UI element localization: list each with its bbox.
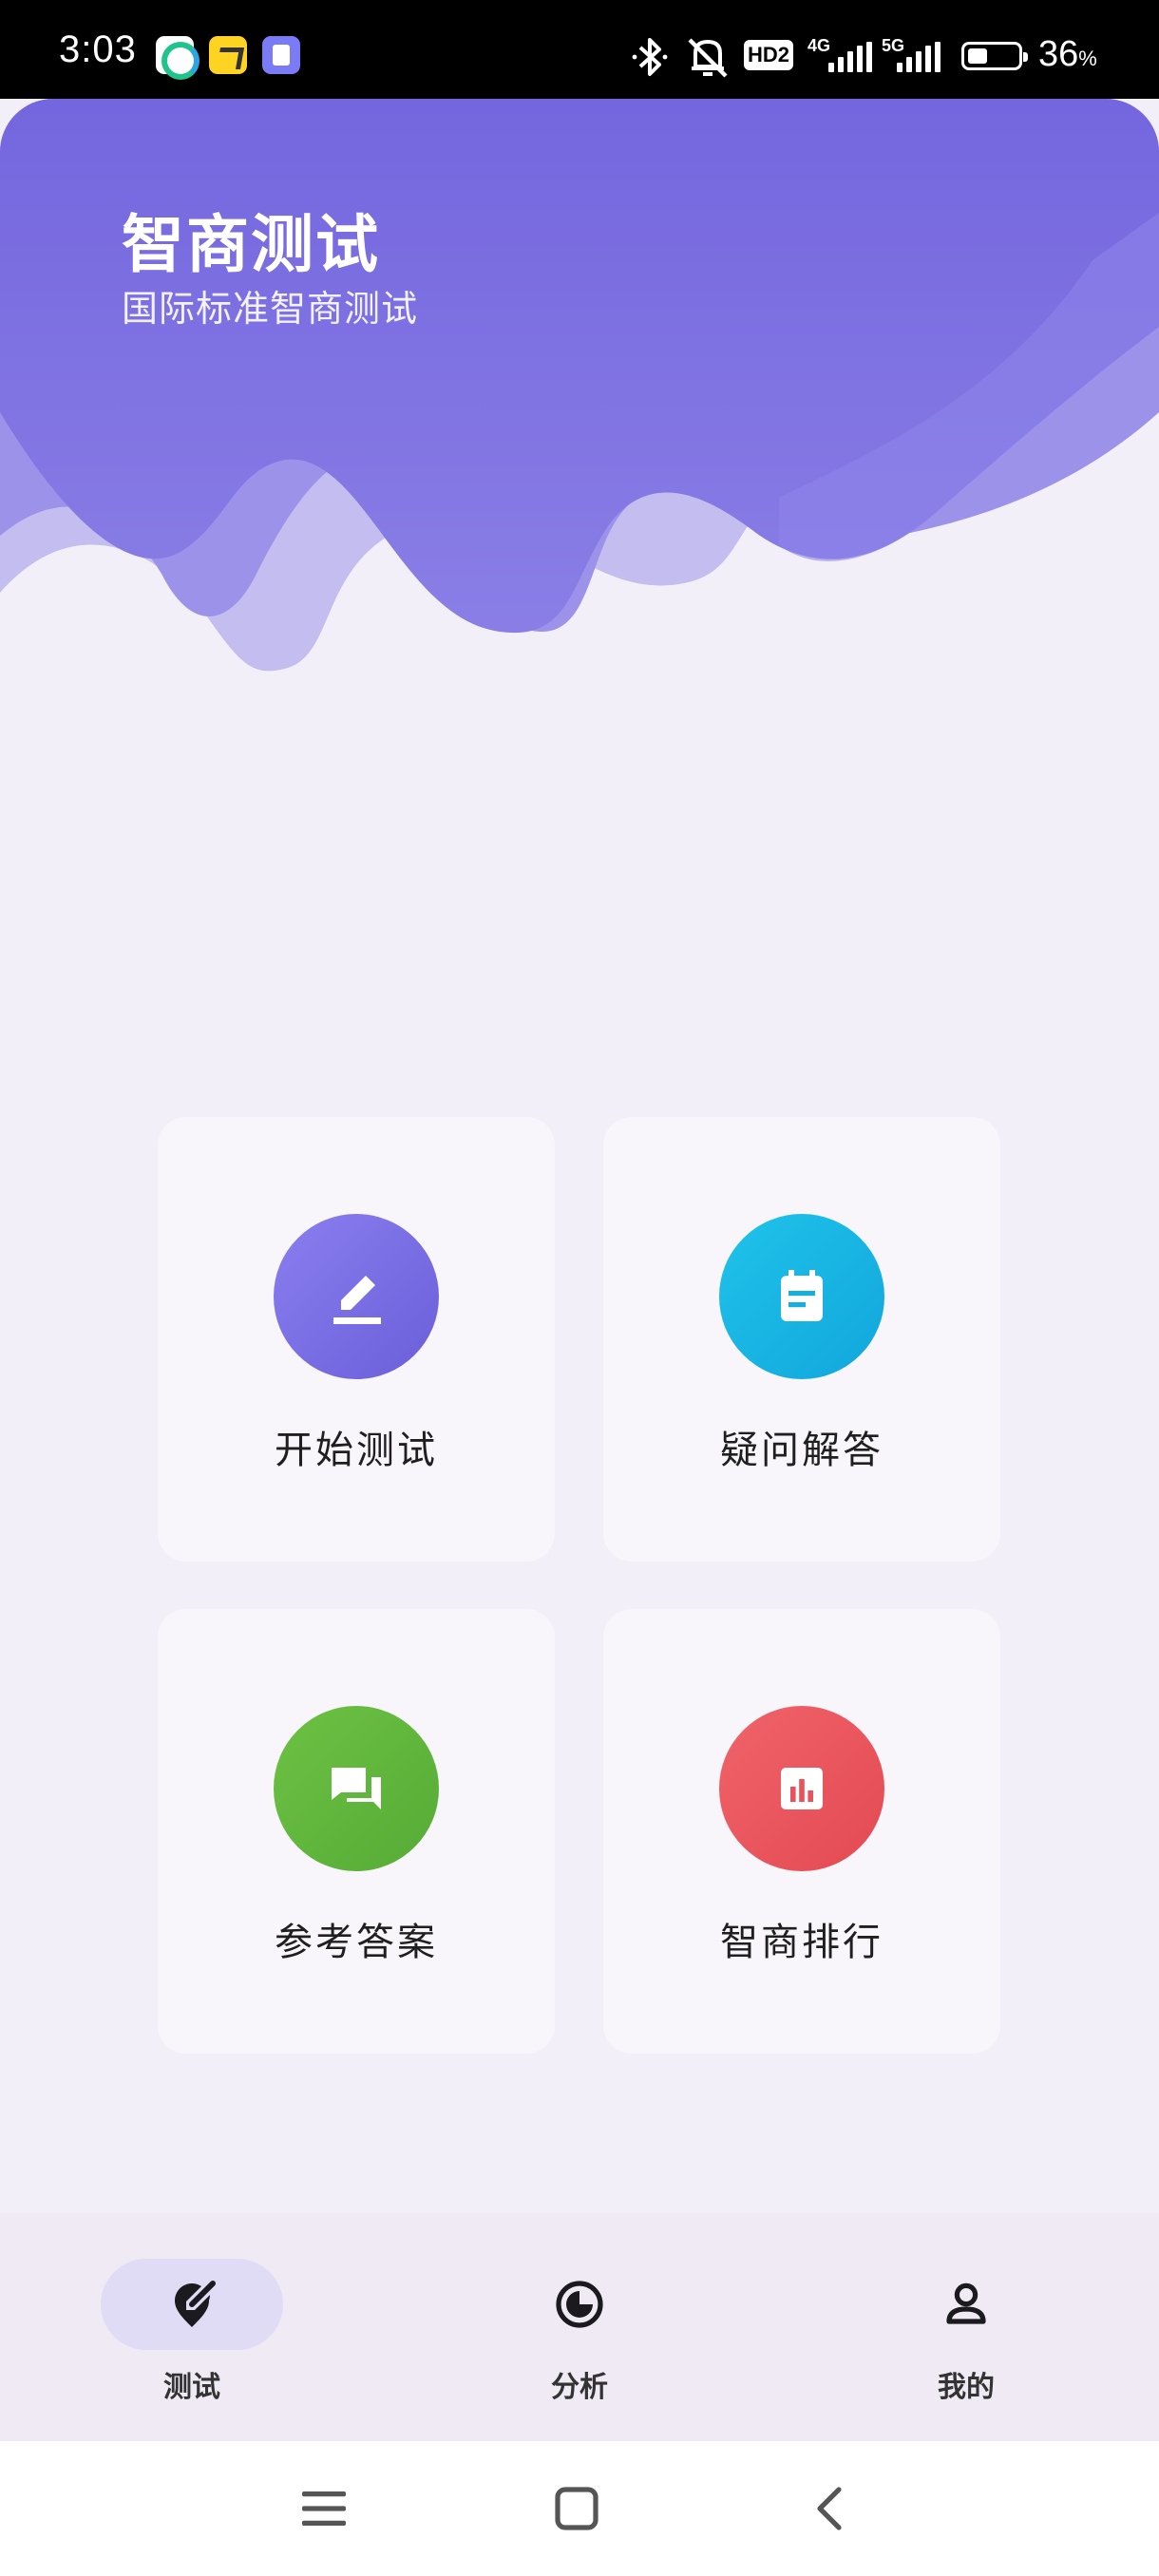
- nav-item-profile[interactable]: 我的: [824, 2213, 1109, 2441]
- card-label: 智商排行: [720, 1921, 884, 1964]
- app-notification-icon-1: [156, 36, 200, 80]
- analysis-pie-icon: [545, 2270, 614, 2339]
- battery-percent: 36%: [1038, 34, 1097, 74]
- chat-bubbles-icon: [274, 1706, 439, 1871]
- bottom-navigation: 测试 分析 我的: [0, 2213, 1159, 2441]
- app-notification-icon-2: [209, 36, 247, 74]
- start-test-card[interactable]: 开始测试: [158, 1117, 555, 1562]
- reference-answers-card[interactable]: 参考答案: [158, 1609, 555, 2054]
- bluetooth-icon: [632, 38, 668, 76]
- menu-icon[interactable]: [291, 2475, 357, 2542]
- battery-icon: [961, 42, 1028, 70]
- status-bar: 3:03 HD2 4G 5G 36%: [0, 0, 1159, 99]
- nav-label: 分析: [551, 2371, 608, 2404]
- iq-ranking-card[interactable]: 智商排行: [603, 1609, 1000, 2054]
- page-subtitle: 国际标准智商测试: [122, 288, 419, 330]
- network-4g-label: 4G: [808, 36, 831, 55]
- bar-chart-icon: [719, 1706, 884, 1871]
- hd-voice-badge: HD2: [744, 40, 793, 70]
- mute-bell-icon: [688, 38, 728, 78]
- app-header: 智商测试 国际标准智商测试: [0, 99, 1159, 688]
- profile-person-icon: [932, 2270, 1000, 2339]
- status-time: 3:03: [59, 28, 137, 70]
- edit-pen-icon: [274, 1214, 439, 1379]
- app-notification-icon-3: [262, 36, 300, 74]
- calendar-note-icon: [719, 1214, 884, 1379]
- page-title: 智商测试: [122, 208, 380, 281]
- nav-item-test[interactable]: 测试: [49, 2213, 334, 2441]
- card-label: 疑问解答: [720, 1429, 884, 1472]
- nav-item-analysis[interactable]: 分析: [437, 2213, 722, 2441]
- header-wave-background: [0, 99, 1159, 672]
- nav-label: 我的: [938, 2371, 995, 2404]
- card-label: 开始测试: [275, 1429, 438, 1472]
- home-square-icon[interactable]: [543, 2475, 610, 2542]
- back-chevron-icon[interactable]: [796, 2475, 863, 2542]
- signal-4g-icon: [828, 42, 872, 72]
- test-pen-icon: [158, 2270, 226, 2339]
- card-label: 参考答案: [275, 1921, 438, 1964]
- signal-5g-icon: [897, 42, 940, 72]
- system-navigation-bar: [0, 2441, 1159, 2576]
- faq-card[interactable]: 疑问解答: [603, 1117, 1000, 1562]
- nav-label: 测试: [163, 2371, 220, 2404]
